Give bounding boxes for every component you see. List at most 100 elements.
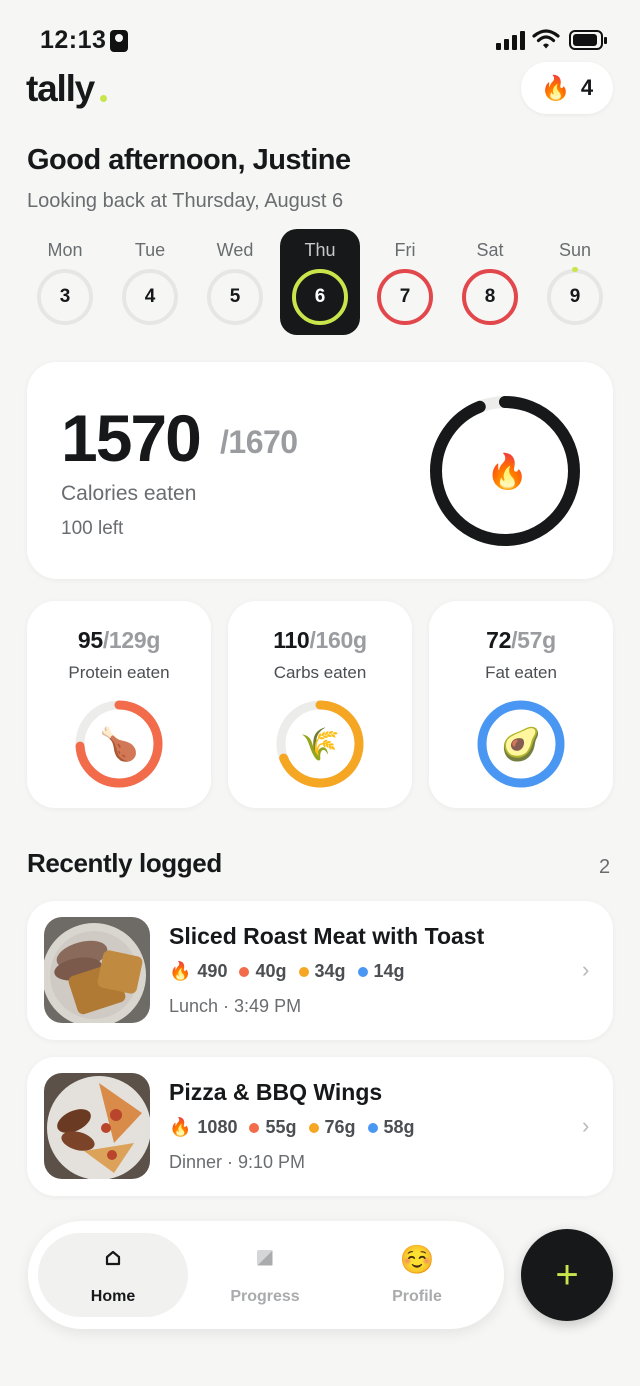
- meal-kcal: 490: [197, 961, 228, 981]
- status-bar: 12:13: [0, 24, 640, 60]
- macro-value: 95/129g: [27, 627, 211, 654]
- day-label: Sat: [476, 240, 504, 260]
- rice-icon: 🌾: [300, 726, 340, 762]
- tab-profile[interactable]: ☺️ Profile: [342, 1233, 492, 1317]
- macro-label: Fat eaten: [485, 663, 557, 682]
- day-label: Thu: [304, 240, 336, 260]
- day-ring: 7: [377, 269, 433, 325]
- chevron-right-icon: ›: [582, 957, 590, 982]
- calories-label: Calories eaten: [61, 482, 197, 505]
- day-fri[interactable]: Fri 7: [365, 229, 445, 335]
- fire-icon: 🔥: [169, 1117, 192, 1137]
- protein-dot-icon: [239, 966, 250, 977]
- macro-label: Carbs eaten: [273, 663, 367, 682]
- macro-goal: /57g: [511, 627, 556, 653]
- carbs-dot-icon: [308, 1122, 319, 1133]
- day-ring: 3: [37, 269, 93, 325]
- meal-item[interactable]: Pizza & BBQ Wings 🔥 1080 55g 76g 58g Dinn…: [27, 1057, 613, 1196]
- meal-protein: 55g: [265, 1117, 297, 1137]
- protein-dot-icon: [249, 1122, 260, 1133]
- day-label: Sun: [558, 240, 592, 260]
- battery-icon: [569, 30, 607, 50]
- calories-left: 100 left: [61, 518, 124, 539]
- calories-eaten: 1570: [61, 401, 202, 475]
- day-ring: 8: [462, 269, 518, 325]
- day-ring: 6: [292, 269, 348, 325]
- tab-bar: Home Progress ☺️ Profile: [28, 1221, 504, 1329]
- meal-fat: 58g: [383, 1117, 415, 1137]
- day-ring: 5: [207, 269, 263, 325]
- macro-label: Protein eaten: [68, 663, 170, 682]
- day-sat[interactable]: Sat 8: [450, 229, 530, 335]
- macro-eaten: 95: [77, 627, 103, 653]
- meal-meta: Lunch · 3:49 PM: [169, 996, 302, 1016]
- tab-progress[interactable]: Progress: [190, 1233, 340, 1317]
- signal-icon: [496, 30, 526, 50]
- fire-icon: 🔥: [486, 453, 529, 491]
- focus-icon: [110, 30, 128, 52]
- meal-fat: 14g: [373, 961, 405, 981]
- wifi-icon: [532, 29, 560, 49]
- smile-icon: ☺️: [399, 1244, 435, 1275]
- progress-icon: [190, 1247, 340, 1273]
- meal-meta: Dinner · 9:10 PM: [169, 1152, 306, 1172]
- meal-name: Pizza & BBQ Wings: [169, 1079, 383, 1105]
- day-ring: 9: [547, 269, 603, 325]
- streak-badge[interactable]: 🔥 4: [521, 62, 613, 114]
- macro-eaten: 110: [273, 627, 310, 653]
- add-button[interactable]: +: [521, 1229, 613, 1321]
- macro-value: 72/57g: [429, 627, 613, 654]
- day-sun[interactable]: Sun 9: [535, 229, 615, 335]
- calories-card[interactable]: 1570 /1670 Calories eaten 100 left 🔥: [27, 362, 613, 579]
- logo-dot: [100, 95, 107, 102]
- tab-label: Progress: [230, 1288, 300, 1305]
- greeting-subtitle: Looking back at Thursday, August 6: [27, 190, 344, 212]
- status-time: 12:13: [40, 26, 107, 54]
- meal-photo: [44, 917, 150, 1023]
- macro-eaten: 72: [486, 627, 512, 653]
- macro-card-fat[interactable]: 72/57g Fat eaten 🥑: [429, 601, 613, 808]
- fire-icon: 🔥: [169, 961, 192, 981]
- greeting-title: Good afternoon, Justine: [27, 144, 351, 176]
- streak-count: 4: [580, 75, 594, 100]
- day-label: Tue: [134, 240, 166, 260]
- meal-carbs: 34g: [314, 961, 346, 981]
- day-wed[interactable]: Wed 5: [195, 229, 275, 335]
- meal-stats: 🔥 1080 55g 76g 58g: [169, 1117, 427, 1138]
- meal-stats: 🔥 490 40g 34g 14g: [169, 961, 417, 982]
- meal-photo: [44, 1073, 150, 1179]
- macro-card-carbs[interactable]: 110/160g Carbs eaten 🌾: [228, 601, 412, 808]
- fire-icon: 🔥: [540, 74, 571, 102]
- meal-item[interactable]: Sliced Roast Meat with Toast 🔥 490 40g 34…: [27, 901, 613, 1040]
- tab-label: Home: [90, 1288, 136, 1305]
- recent-title: Recently logged: [27, 848, 222, 878]
- week-strip: Mon 3 Tue 4 Wed 5 Thu 6 Fri 7 Sat 8 Sun …: [23, 229, 617, 335]
- day-tue[interactable]: Tue 4: [110, 229, 190, 335]
- day-ring: 4: [122, 269, 178, 325]
- app-logo: tally: [26, 68, 95, 109]
- avocado-icon: 🥑: [501, 726, 541, 762]
- meal-protein: 40g: [255, 961, 287, 981]
- chevron-right-icon: ›: [582, 1113, 590, 1138]
- day-label: Wed: [216, 240, 254, 260]
- day-mon[interactable]: Mon 3: [25, 229, 105, 335]
- macro-card-protein[interactable]: 95/129g Protein eaten 🍗: [27, 601, 211, 808]
- meal-name: Sliced Roast Meat with Toast: [169, 923, 485, 949]
- day-label: Mon: [47, 240, 83, 260]
- tab-home[interactable]: Home: [38, 1233, 188, 1317]
- day-label: Fri: [394, 240, 416, 260]
- drumstick-icon: 🍗: [99, 726, 139, 762]
- calories-goal: /1670: [220, 424, 298, 460]
- macro-goal: /160g: [309, 627, 367, 653]
- progress-dot: [572, 267, 578, 272]
- carbs-dot-icon: [298, 966, 309, 977]
- recent-count: 2: [599, 856, 611, 878]
- fat-dot-icon: [357, 966, 368, 977]
- macro-goal: /129g: [102, 627, 161, 653]
- macro-value: 110/160g: [228, 627, 412, 654]
- home-icon: [38, 1247, 188, 1273]
- fat-dot-icon: [367, 1122, 378, 1133]
- day-thu[interactable]: Thu 6: [280, 229, 360, 335]
- tab-label: Profile: [392, 1288, 442, 1305]
- meal-carbs: 76g: [324, 1117, 356, 1137]
